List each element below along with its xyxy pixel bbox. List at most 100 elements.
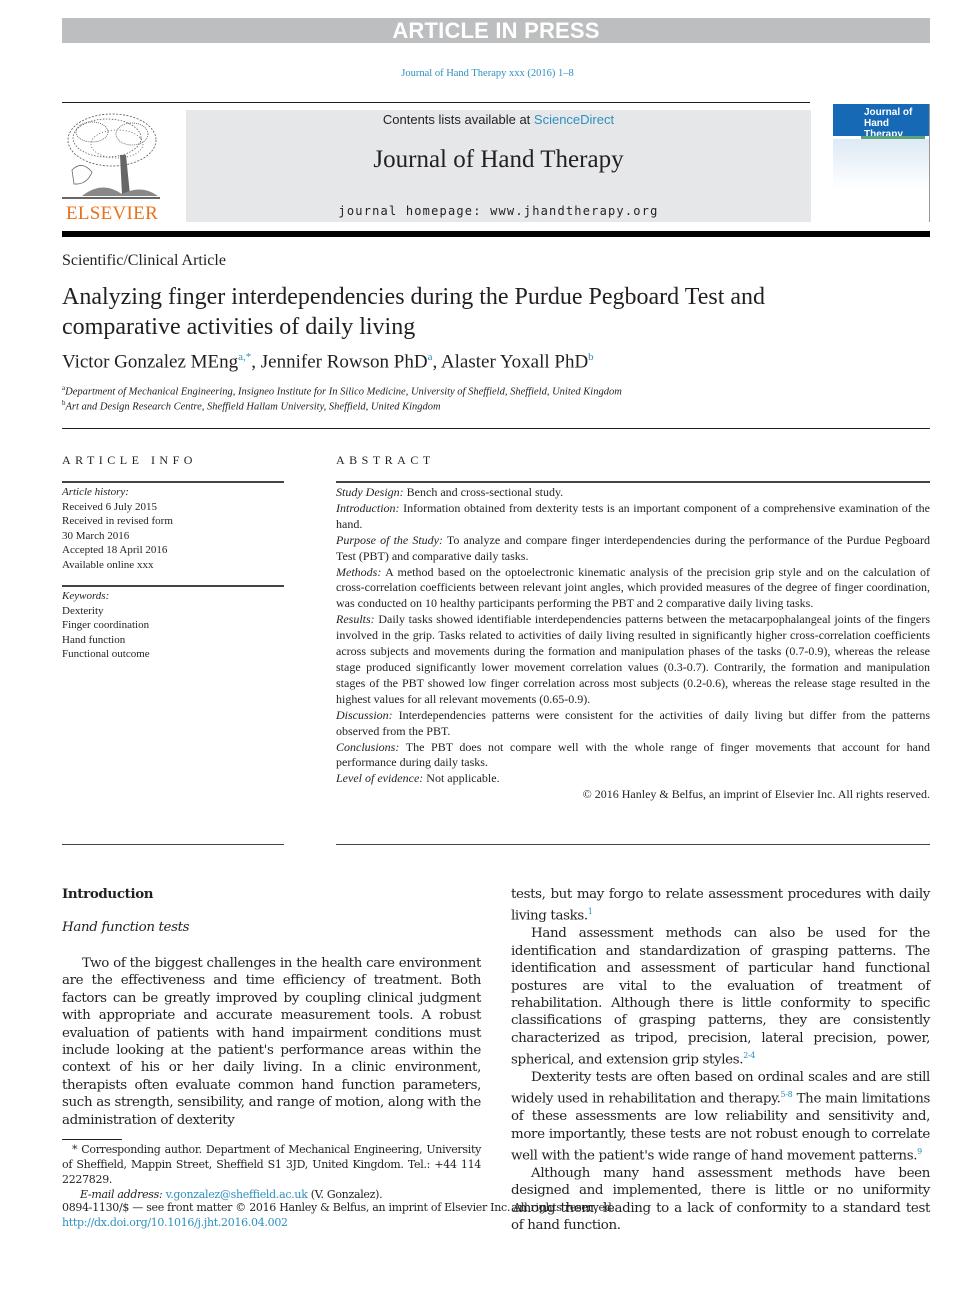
abstract-sections: Study Design: Bench and cross-sectional … (336, 485, 930, 787)
abstract-section-label: Conclusions: (336, 739, 400, 754)
elsevier-wordmark: ELSEVIER (65, 203, 159, 224)
divider (62, 585, 284, 587)
cover-title-line1: Journal of (864, 107, 913, 118)
body-paragraph: Dexterity tests are often based on ordin… (511, 1069, 930, 1165)
contents-prefix: Contents lists available at (382, 112, 534, 127)
keyword-item[interactable]: Functional outcome (62, 647, 284, 662)
abstract-section: Methods: A method based on the optoelect… (336, 565, 930, 613)
doi-link[interactable]: http://dx.doi.org/10.1016/j.jht.2016.04.… (62, 1216, 288, 1229)
issn-line: 0894-1130/$ — see front matter © 2016 Ha… (62, 1201, 615, 1214)
citation-ref[interactable]: 9 (917, 1147, 922, 1156)
abstract-section-label: Level of evidence: (336, 771, 424, 786)
abstract-section-text: A method based on the optoelectronic kin… (336, 564, 930, 611)
abstract-section: Results: Daily tasks showed identifiable… (336, 612, 930, 707)
keyword-item[interactable]: Finger coordination (62, 618, 284, 633)
journal-homepage-link[interactable]: journal homepage: www.jhandtherapy.org (186, 204, 811, 218)
journal-masthead: Contents lists available at ScienceDirec… (186, 110, 811, 222)
body-paragraph: Hand assessment methods can also be used… (511, 925, 930, 1069)
abstract-section-label: Methods: (336, 564, 382, 579)
article-in-press-banner: ARTICLE IN PRESS (62, 18, 930, 43)
abstract-section-text: Interdependencies patterns were consiste… (336, 707, 930, 738)
journal-citation-link[interactable]: Journal of Hand Therapy xxx (2016) 1–8 (0, 68, 975, 79)
elsevier-tree-icon (62, 110, 160, 202)
sciencedirect-link[interactable]: ScienceDirect (534, 112, 614, 127)
citation-ref[interactable]: 2-4 (743, 1051, 755, 1060)
affiliation-b: bArt and Design Research Centre, Sheffie… (62, 399, 441, 413)
abstract-heading: ABSTRACT (336, 453, 435, 467)
paragraph-text: Although many hand assessment methods ha… (511, 1165, 930, 1234)
email-link[interactable]: v.gonzalez@sheffield.ac.uk (166, 1188, 308, 1201)
abstract-section-label: Introduction: (336, 500, 400, 515)
author-separator: , (432, 351, 441, 373)
divider (336, 481, 930, 483)
abstract-section-text: Not applicable. (423, 771, 500, 786)
article-type: Scientific/Clinical Article (62, 252, 226, 269)
history-item: Accepted 18 April 2016 (62, 544, 168, 556)
author-affiliation-mark[interactable]: a,* (238, 351, 251, 363)
divider (62, 844, 284, 845)
author-name[interactable]: Jennifer Rowson PhD (261, 351, 428, 372)
body-paragraph: tests, but may forgo to relate assessmen… (511, 886, 930, 925)
history-item: Available online xxx (62, 558, 154, 571)
abstract-body: Study Design: Bench and cross-sectional … (336, 485, 930, 803)
history-list: Received 6 July 2015 Received in revised … (62, 500, 284, 573)
abstract-section-label: Study Design: (336, 485, 404, 499)
body-paragraph: Two of the biggest challenges in the hea… (62, 956, 481, 1128)
cover-background (833, 139, 929, 222)
abstract-section: Study Design: Bench and cross-sectional … (336, 485, 930, 501)
author-name[interactable]: Victor Gonzalez MEng (62, 351, 238, 372)
citation-ref[interactable]: 1 (588, 907, 593, 916)
paragraph-text: tests, but may forgo to relate assessmen… (511, 887, 930, 924)
copyright-notice: © 2016 Hanley & Belfus, an imprint of El… (582, 787, 930, 802)
paragraph-text: Hand assessment methods can also be used… (511, 926, 930, 1068)
affiliation-text: Department of Mechanical Engineering, In… (65, 386, 622, 398)
cover-stripe (861, 136, 925, 139)
keyword-list: Dexterity Finger coordination Hand functio… (62, 604, 284, 662)
article-title: Analyzing finger interdependencies durin… (62, 284, 766, 340)
body-column-right: tests, but may forgo to relate assessmen… (511, 886, 930, 1235)
abstract-section: Conclusions: The PBT does not compare we… (336, 740, 930, 772)
email-line: E-mail address: v.gonzalez@sheffield.ac.… (62, 1187, 481, 1202)
article-history: Article history: Received 6 July 2015 Rec… (62, 485, 284, 572)
divider (62, 481, 284, 483)
abstract-section: Level of evidence: Not applicable. (336, 771, 930, 787)
journal-cover-thumbnail[interactable]: Journal of Hand Therapy (833, 104, 930, 222)
divider (336, 844, 930, 845)
keyword-item[interactable]: Hand function (62, 633, 284, 648)
affiliation-text: Art and Design Research Centre, Sheffiel… (65, 401, 441, 413)
section-heading: Introduction (62, 886, 154, 902)
history-item: 30 March 2016 (62, 529, 130, 542)
body-paragraph: Although many hand assessment methods ha… (511, 1165, 930, 1235)
abstract-section-text: Information obtained from dexterity test… (336, 500, 930, 531)
author-list: Victor Gonzalez MEnga,*, Jennifer Rowson… (62, 351, 594, 373)
article-info-heading: ARTICLE INFO (62, 453, 197, 467)
author-name[interactable]: Alaster Yoxall PhD (441, 351, 588, 372)
email-label: E-mail address: (80, 1188, 163, 1201)
keywords-label: Keywords: (62, 590, 110, 602)
citation-ref[interactable]: 5-8 (780, 1090, 792, 1099)
footnote-divider (62, 1139, 122, 1140)
author-separator: , (251, 351, 261, 373)
contents-availability: Contents lists available at ScienceDirec… (186, 112, 811, 127)
divider (62, 102, 810, 103)
author-affiliation-mark[interactable]: b (588, 351, 594, 363)
history-item: Received in revised form (62, 515, 173, 527)
abstract-section-label: Purpose of the Study: (336, 532, 444, 547)
history-label: Article history: (62, 486, 129, 498)
body-column-left: Two of the biggest challenges in the hea… (62, 955, 481, 1129)
corresponding-author-note: * Corresponding author. Department of Me… (62, 1143, 481, 1186)
subsection-heading: Hand function tests (62, 920, 190, 935)
cover-title: Journal of Hand Therapy (833, 104, 929, 140)
keyword-item[interactable]: Dexterity (62, 604, 284, 619)
affiliation-a: aDepartment of Mechanical Engineering, I… (62, 384, 622, 398)
elsevier-logo[interactable]: ELSEVIER (62, 110, 162, 224)
abstract-section-label: Results: (336, 612, 375, 627)
header-divider (62, 231, 930, 237)
doi: http://dx.doi.org/10.1016/j.jht.2016.04.… (62, 1216, 288, 1229)
abstract-section-text: The PBT does not compare well with the w… (336, 739, 930, 770)
email-suffix: (V. Gonzalez). (307, 1188, 383, 1201)
divider (62, 428, 930, 429)
abstract-section-label: Discussion: (336, 707, 393, 722)
abstract-section: Introduction: Information obtained from … (336, 501, 930, 533)
abstract-section: Discussion: Interdependencies patterns w… (336, 708, 930, 740)
